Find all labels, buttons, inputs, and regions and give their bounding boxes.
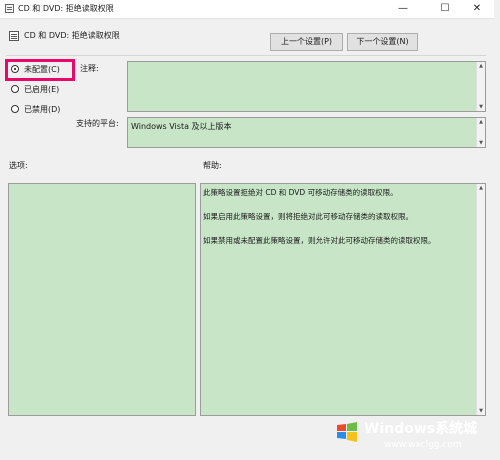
scroll-up-icon[interactable]: ▲ xyxy=(477,184,485,192)
watermark-brand: Windows系统城 xyxy=(364,421,478,437)
scroll-down-icon[interactable]: ▼ xyxy=(477,103,485,111)
dialog-header: CD 和 DVD: 拒绝读取权限 xyxy=(0,25,494,49)
scroll-down-icon[interactable]: ▼ xyxy=(477,139,485,147)
setting-title: CD 和 DVD: 拒绝读取权限 xyxy=(24,31,120,40)
scroll-up-icon[interactable]: ▲ xyxy=(477,118,485,126)
close-button[interactable]: ✕ xyxy=(460,0,494,18)
annotation-highlight-box xyxy=(5,59,75,81)
radio-label: 已禁用(D) xyxy=(24,105,61,114)
policy-dialog: CD 和 DVD: 拒绝读取权限 — ☐ ✕ CD 和 DVD: 拒绝读取权限 … xyxy=(0,0,500,460)
policy-icon xyxy=(5,4,14,13)
comment-label: 注释: xyxy=(80,64,99,73)
title-bar: CD 和 DVD: 拒绝读取权限 — ☐ ✕ xyxy=(0,0,494,19)
platform-value: Windows Vista 及以上版本 xyxy=(131,122,232,131)
options-label: 选项: xyxy=(9,161,28,170)
platform-label: 支持的平台: xyxy=(76,119,119,128)
site-watermark: Windows系统城 www.wxclgg.com xyxy=(336,414,496,458)
radio-circle xyxy=(11,85,19,93)
window-title: CD 和 DVD: 拒绝读取权限 xyxy=(18,4,114,13)
radio-circle xyxy=(11,105,19,113)
watermark-url: www.wxclgg.com xyxy=(384,440,462,450)
help-paragraph: 如果禁用或未配置此策略设置，则允许对此可移动存储类的读取权限。 xyxy=(203,236,436,245)
maximize-button[interactable]: ☐ xyxy=(428,0,462,18)
platform-scrollbar[interactable]: ▲ ▼ xyxy=(476,118,485,147)
scroll-up-icon[interactable]: ▲ xyxy=(477,62,485,70)
radio-label: 已启用(E) xyxy=(24,85,60,94)
help-scrollbar[interactable]: ▲ ▼ xyxy=(476,184,485,415)
next-setting-button[interactable]: 下一个设置(N) xyxy=(347,33,418,51)
header-divider xyxy=(6,55,486,56)
help-paragraph: 如果启用此策略设置，则将拒绝对此可移动存储类的读取权限。 xyxy=(203,212,413,221)
help-paragraph: 此策略设置拒绝对 CD 和 DVD 可移动存储类的读取权限。 xyxy=(203,188,398,197)
options-panel xyxy=(8,183,196,416)
comment-field[interactable]: ▲ ▼ xyxy=(127,61,486,112)
minimize-button[interactable]: — xyxy=(386,0,420,18)
setting-icon xyxy=(9,31,19,41)
platform-field: Windows Vista 及以上版本 ▲ ▼ xyxy=(127,117,486,148)
windows-logo-icon xyxy=(337,422,357,442)
help-label: 帮助: xyxy=(203,161,222,170)
comment-scrollbar[interactable]: ▲ ▼ xyxy=(476,62,485,111)
previous-setting-button[interactable]: 上一个设置(P) xyxy=(270,33,343,51)
